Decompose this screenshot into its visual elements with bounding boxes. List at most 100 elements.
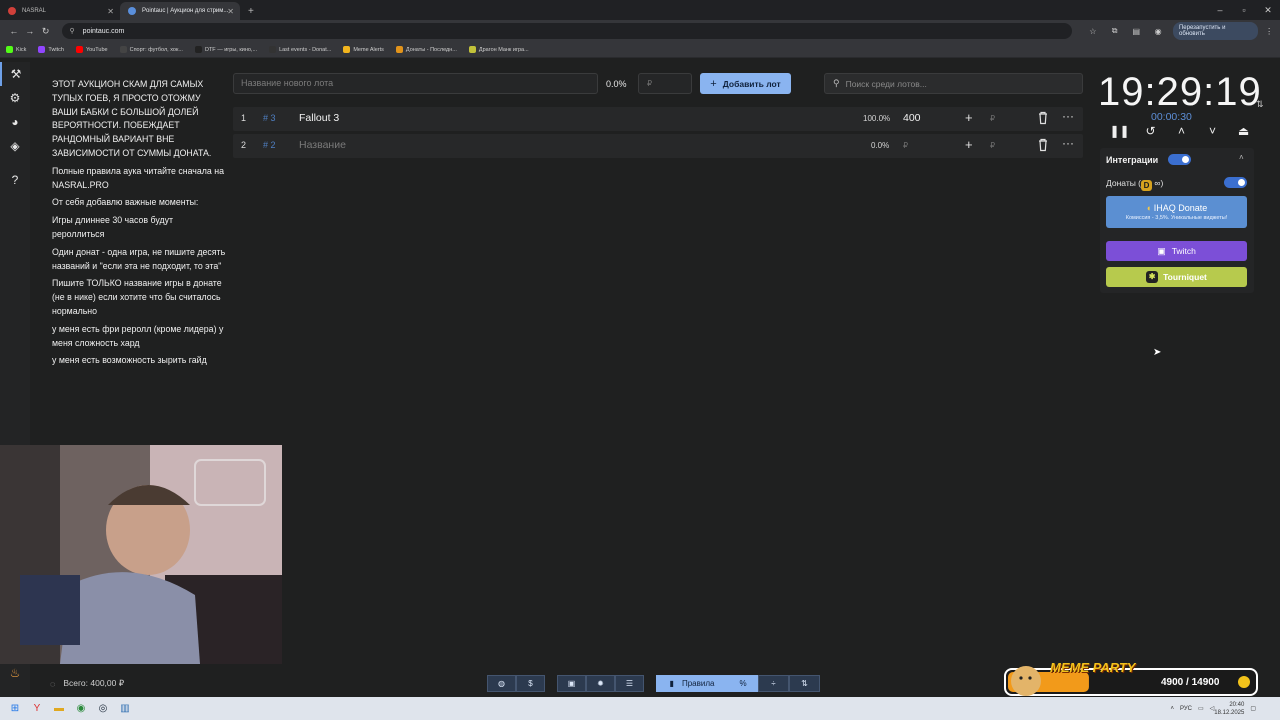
donate-subtitle: Комиссия - 3,5%. Уникальные виджеты!	[1125, 215, 1228, 221]
minimize-icon[interactable]: –	[1208, 0, 1232, 20]
tourniquet-button[interactable]: ✱ Tourniquet	[1106, 267, 1247, 287]
lot-percent: 0.0%	[871, 141, 890, 150]
sidebar-icon[interactable]: ▤	[1125, 27, 1147, 36]
meme-party-progress: 4900 / 14900	[1161, 677, 1220, 688]
twitch-button[interactable]: ▣ Twitch	[1106, 241, 1247, 261]
integrations-panel: Интеграции ˄ Донаты (D ∞) ◖ IHAQ Donate …	[1100, 148, 1254, 293]
new-lot-name-input[interactable]: Название нового лота	[233, 73, 598, 94]
add-amount-icon[interactable]: +	[965, 110, 973, 125]
site-info-icon[interactable]: ⚲	[70, 27, 75, 35]
add-lot-button[interactable]: + Добавить лот	[700, 73, 791, 94]
timer-increment[interactable]: 00:00:30	[1151, 111, 1192, 123]
bookmark-dtf[interactable]: DTF — игры, кино,...	[194, 46, 257, 53]
add-amount-icon[interactable]: +	[965, 137, 973, 152]
rules-button[interactable]: ▮ Правила	[656, 675, 728, 692]
layers-icon[interactable]: ◈	[0, 134, 30, 158]
tab-nasral[interactable]: NASRAL ✕	[0, 2, 120, 20]
percent-icon[interactable]: %	[728, 675, 758, 692]
lot-row: 1 # 3 Fallout 3 100.0% 400 + ₽ ···	[233, 107, 1083, 131]
maximize-icon[interactable]: ▫	[1232, 0, 1256, 20]
new-lot-amount-input[interactable]: ₽	[638, 73, 692, 94]
more-options-icon[interactable]: ···	[1062, 136, 1074, 150]
tab-pointauc[interactable]: Pointauc | Аукцион для стрим... ✕	[120, 2, 240, 20]
yandex-icon[interactable]: Y	[26, 701, 48, 717]
bug-icon[interactable]: ✹	[586, 675, 615, 692]
wheel-icon[interactable]: ◕	[0, 110, 30, 134]
chevron-up-icon[interactable]: ˄	[1166, 124, 1197, 138]
bookmark-twitch[interactable]: Twitch	[38, 46, 64, 53]
trash-icon[interactable]	[1037, 111, 1049, 125]
bookmark-sport[interactable]: Спорт: футбол, хок...	[119, 46, 183, 53]
bookmark-last-events[interactable]: Last events - Donat...	[269, 46, 331, 53]
app-logo-icon[interactable]: ♨	[0, 661, 30, 685]
chevron-up-icon[interactable]: ˄	[1170, 706, 1174, 712]
settings-gear-icon[interactable]: ⚙	[0, 86, 30, 110]
dollar-icon[interactable]: $	[516, 675, 545, 692]
save-icon[interactable]: ▣	[557, 675, 586, 692]
auction-hammer-icon[interactable]: ⚒	[0, 62, 30, 86]
close-icon[interactable]: ✕	[107, 7, 114, 16]
lot-search-input[interactable]: ⚲ Поиск среди лотов...	[824, 73, 1083, 94]
eye-off-icon[interactable]: ◌	[50, 679, 55, 689]
ihaq-donate-button[interactable]: ◖ IHAQ Donate Комиссия - 3,5%. Уникальны…	[1106, 196, 1247, 228]
reload-icon[interactable]: ↻	[38, 26, 54, 37]
rules-paragraph: Один донат - одна игра, не пишите десять…	[52, 246, 226, 271]
chevron-down-icon[interactable]: ˅	[1197, 124, 1228, 138]
bookmark-star-icon[interactable]: ☆	[1082, 27, 1104, 36]
lot-amount[interactable]: 400	[903, 112, 921, 124]
taskbar-clock[interactable]: 20:40 18.12.2025	[1214, 701, 1244, 717]
trash-icon[interactable]	[1037, 138, 1049, 152]
menu-icon[interactable]: ⋮	[1258, 27, 1280, 36]
language-indicator[interactable]: РУС	[1180, 706, 1192, 712]
notifications-icon[interactable]: ▢	[1250, 705, 1256, 712]
clock-time: 20:40	[1229, 701, 1245, 708]
integrations-toggle[interactable]	[1168, 154, 1191, 165]
list-icon[interactable]: ☰	[615, 675, 644, 692]
donationalerts-icon: D	[1141, 180, 1153, 191]
lot-name[interactable]: Fallout 3	[299, 112, 339, 124]
github-icon[interactable]: ◍	[487, 675, 516, 692]
network-icon[interactable]: ▭	[1198, 705, 1204, 712]
swap-icon[interactable]: ⇅	[1256, 99, 1264, 110]
url-field[interactable]: ⚲ pointauc.com	[61, 23, 1072, 39]
lot-row: 2 # 2 Название 0.0% ₽ + ₽ ···	[233, 134, 1083, 158]
pause-icon[interactable]: ❚❚	[1104, 124, 1135, 138]
bookmark-meme-alerts[interactable]: Meme Alerts	[343, 46, 384, 53]
relaunch-button[interactable]: Перезапустить и обновить	[1172, 22, 1259, 40]
add-lot-label: Добавить лот	[722, 78, 781, 89]
collapse-icon[interactable]: ⏏	[1228, 124, 1259, 138]
bookmark-dragon[interactable]: Драгон Манк игра...	[468, 46, 529, 53]
back-icon[interactable]: ←	[6, 26, 22, 36]
notes-icon[interactable]: ▥	[114, 701, 136, 717]
help-icon[interactable]: ?	[0, 168, 30, 192]
meme-party-widget: MEME PARTY 4900 / 14900	[1004, 660, 1259, 697]
extensions-icon[interactable]: ⧉	[1104, 26, 1126, 36]
meme-party-title: MEME PARTY	[1050, 660, 1136, 675]
donations-toggle[interactable]	[1224, 177, 1247, 188]
forward-icon[interactable]: →	[22, 26, 38, 36]
clock-date: 18.12.2025	[1214, 709, 1245, 716]
flag-icon: ◖	[1145, 203, 1152, 213]
file-explorer-icon[interactable]: ▬	[48, 701, 70, 717]
bookmark-donations[interactable]: Донаты - Последн...	[395, 46, 457, 53]
bookmark-youtube[interactable]: YouTube	[75, 46, 108, 53]
steam-icon[interactable]: ◎	[92, 701, 114, 717]
more-options-icon[interactable]: ···	[1062, 109, 1074, 123]
profile-icon[interactable]: ◉	[1147, 27, 1169, 36]
divide-icon[interactable]: ÷	[758, 675, 789, 692]
sort-icon[interactable]: ⇅	[789, 675, 820, 692]
windows-start-icon[interactable]: ⊞	[4, 701, 26, 717]
close-window-icon[interactable]: ✕	[1256, 0, 1280, 20]
reset-icon[interactable]: ↺	[1135, 124, 1166, 138]
bookmarks-bar: Kick Twitch YouTube Спорт: футбол, хок..…	[0, 42, 1280, 58]
chevron-up-icon[interactable]: ˄	[1239, 153, 1244, 162]
lot-add-currency[interactable]: ₽	[990, 114, 995, 123]
lot-amount-currency[interactable]: ₽	[903, 141, 908, 150]
lot-name[interactable]: Название	[299, 139, 346, 151]
close-icon[interactable]: ✕	[227, 7, 234, 16]
new-tab-icon[interactable]: +	[248, 6, 254, 17]
bookmark-kick[interactable]: Kick	[6, 46, 26, 53]
window-controls: – ▫ ✕	[1208, 0, 1280, 20]
lot-add-currency[interactable]: ₽	[990, 141, 995, 150]
chrome-icon[interactable]: ◉	[70, 701, 92, 717]
